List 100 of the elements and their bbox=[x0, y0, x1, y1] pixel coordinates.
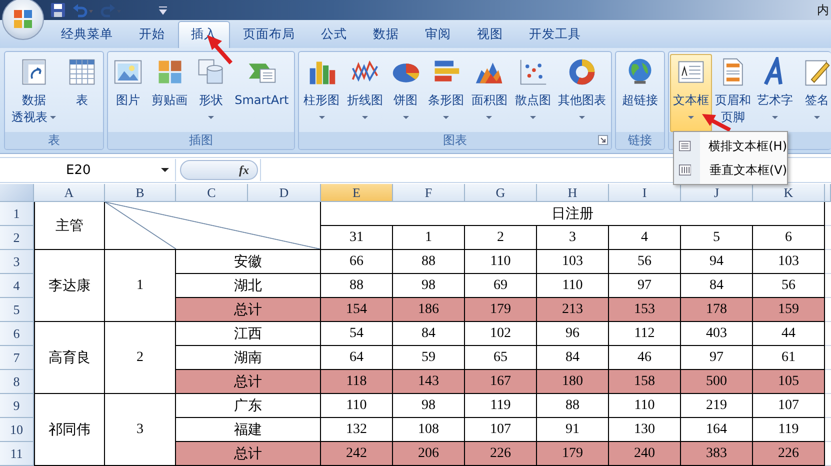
caret-icon bbox=[814, 116, 820, 119]
column-header[interactable]: E bbox=[321, 184, 393, 202]
column-header[interactable]: A bbox=[34, 184, 105, 202]
column-header[interactable]: I bbox=[609, 184, 681, 202]
ribbon-button[interactable]: 折线图 bbox=[345, 54, 386, 132]
table-cell: 湖南 bbox=[176, 346, 321, 370]
ribbon-button[interactable]: 数据 透视表 bbox=[9, 54, 58, 132]
dialog-launcher-icon[interactable] bbox=[598, 135, 608, 145]
ribbon-button[interactable]: 面积图 bbox=[469, 54, 510, 132]
caret-icon bbox=[530, 116, 536, 119]
table-cell: 56 bbox=[609, 250, 681, 274]
ribbon-tab[interactable]: 经典菜单 bbox=[48, 21, 126, 48]
ribbon-button[interactable]: 签名 bbox=[796, 54, 831, 132]
row-header[interactable]: 10 bbox=[0, 418, 34, 442]
table-cell: 65 bbox=[465, 346, 537, 370]
ribbon-tab[interactable]: 页面布局 bbox=[230, 21, 308, 48]
caret-icon bbox=[442, 116, 449, 119]
ribbon-button[interactable]: 剪贴画 bbox=[150, 54, 190, 132]
caret-icon bbox=[161, 168, 169, 172]
table-cell: 总计 bbox=[176, 370, 321, 394]
ribbon-button[interactable]: 形状 bbox=[194, 54, 228, 132]
table-cell: 2 bbox=[105, 322, 176, 394]
caret-icon bbox=[50, 116, 56, 119]
ribbon-button[interactable]: 图片 bbox=[111, 54, 146, 132]
column-header[interactable]: H bbox=[537, 184, 609, 202]
ribbon-tab[interactable]: 公式 bbox=[308, 21, 360, 48]
table-cell: 李达康 bbox=[34, 250, 105, 322]
ribbon-tab[interactable]: 视图 bbox=[464, 21, 516, 48]
ribbon-tab[interactable]: 开发工具 bbox=[516, 21, 594, 48]
table-cell: 112 bbox=[609, 322, 681, 346]
row-header[interactable]: 7 bbox=[0, 346, 34, 370]
table-cell: 118 bbox=[321, 370, 393, 394]
ribbon-button[interactable]: 页眉和 页脚 bbox=[712, 54, 754, 132]
table-cell: 103 bbox=[537, 250, 609, 274]
table-cell: 179 bbox=[537, 442, 609, 466]
ribbon-button[interactable]: 饼图 bbox=[388, 54, 423, 132]
ribbon-button[interactable]: 表 bbox=[64, 54, 99, 132]
column-header[interactable]: J bbox=[681, 184, 753, 202]
table-cell: 383 bbox=[681, 442, 753, 466]
caret-icon bbox=[362, 116, 368, 119]
ribbon-button[interactable]: SmartArt bbox=[232, 54, 291, 132]
column-header[interactable]: F bbox=[393, 184, 465, 202]
customize-caret-icon[interactable] bbox=[158, 5, 168, 15]
table-cell: 4 bbox=[609, 226, 681, 250]
table-cell: 119 bbox=[465, 394, 537, 418]
table-cell: 96 bbox=[537, 322, 609, 346]
row-header[interactable]: 1 bbox=[0, 202, 34, 226]
save-icon[interactable] bbox=[50, 2, 66, 18]
column-header[interactable]: D bbox=[248, 184, 321, 202]
insert-function-button[interactable]: fx bbox=[180, 160, 258, 180]
group-label: 链接 bbox=[616, 132, 664, 149]
caret-icon bbox=[402, 116, 409, 119]
row-header[interactable]: 11 bbox=[0, 442, 34, 466]
row-header[interactable]: 6 bbox=[0, 322, 34, 346]
table-cell: 110 bbox=[465, 250, 537, 274]
ribbon-button[interactable]: 散点图 bbox=[512, 54, 553, 132]
menu-item[interactable]: 垂直文本框(V) bbox=[674, 158, 787, 182]
row-header[interactable]: 4 bbox=[0, 274, 34, 298]
column-header[interactable]: G bbox=[465, 184, 537, 202]
table-cell: 179 bbox=[465, 298, 537, 322]
table-cell: 102 bbox=[465, 322, 537, 346]
row-header[interactable]: 3 bbox=[0, 250, 34, 274]
table-cell: 178 bbox=[681, 298, 753, 322]
caret-icon bbox=[772, 116, 778, 119]
table-cell: 110 bbox=[321, 394, 393, 418]
row-header[interactable]: 8 bbox=[0, 370, 34, 394]
ribbon-button[interactable]: 艺术字 bbox=[754, 54, 796, 132]
row-header[interactable]: 9 bbox=[0, 394, 34, 418]
table-cell: 91 bbox=[537, 418, 609, 442]
caret-icon bbox=[688, 116, 694, 119]
row-header[interactable]: 5 bbox=[0, 298, 34, 322]
column-header[interactable]: K bbox=[753, 184, 825, 202]
table-cell: 98 bbox=[393, 274, 465, 298]
ribbon-button[interactable]: 柱形图 bbox=[302, 54, 342, 132]
table-cell: 108 bbox=[393, 418, 465, 442]
ribbon-button[interactable]: 超链接 bbox=[620, 54, 660, 132]
row-header[interactable]: 2 bbox=[0, 226, 34, 250]
ribbon-tab[interactable]: 开始 bbox=[126, 21, 178, 48]
name-box[interactable]: E20 bbox=[0, 159, 176, 181]
table-cell: 154 bbox=[321, 298, 393, 322]
ribbon-button[interactable]: 条形图 bbox=[426, 54, 466, 132]
column-header[interactable]: B bbox=[105, 184, 176, 202]
ribbon-button[interactable]: 文本框 bbox=[670, 54, 712, 132]
table-cell: 61 bbox=[753, 346, 825, 370]
column-header[interactable]: C bbox=[176, 184, 248, 202]
table-cell: 186 bbox=[393, 298, 465, 322]
table-cell: 66 bbox=[321, 250, 393, 274]
menu-item[interactable]: 横排文本框(H) bbox=[674, 134, 787, 158]
donut-chart-icon bbox=[567, 57, 598, 87]
office-logo-icon bbox=[13, 9, 33, 29]
table-cell: 153 bbox=[609, 298, 681, 322]
table-cell: 1 bbox=[105, 250, 176, 322]
table-cell: 158 bbox=[609, 370, 681, 394]
table-cell: 97 bbox=[681, 346, 753, 370]
ribbon-button[interactable]: 其他图表 bbox=[556, 54, 608, 132]
table-cell: 广东 bbox=[176, 394, 321, 418]
table-cell: 110 bbox=[609, 394, 681, 418]
ribbon-tab[interactable]: 审阅 bbox=[412, 21, 464, 48]
ribbon-tab[interactable]: 数据 bbox=[360, 21, 412, 48]
caret-icon bbox=[579, 116, 586, 119]
